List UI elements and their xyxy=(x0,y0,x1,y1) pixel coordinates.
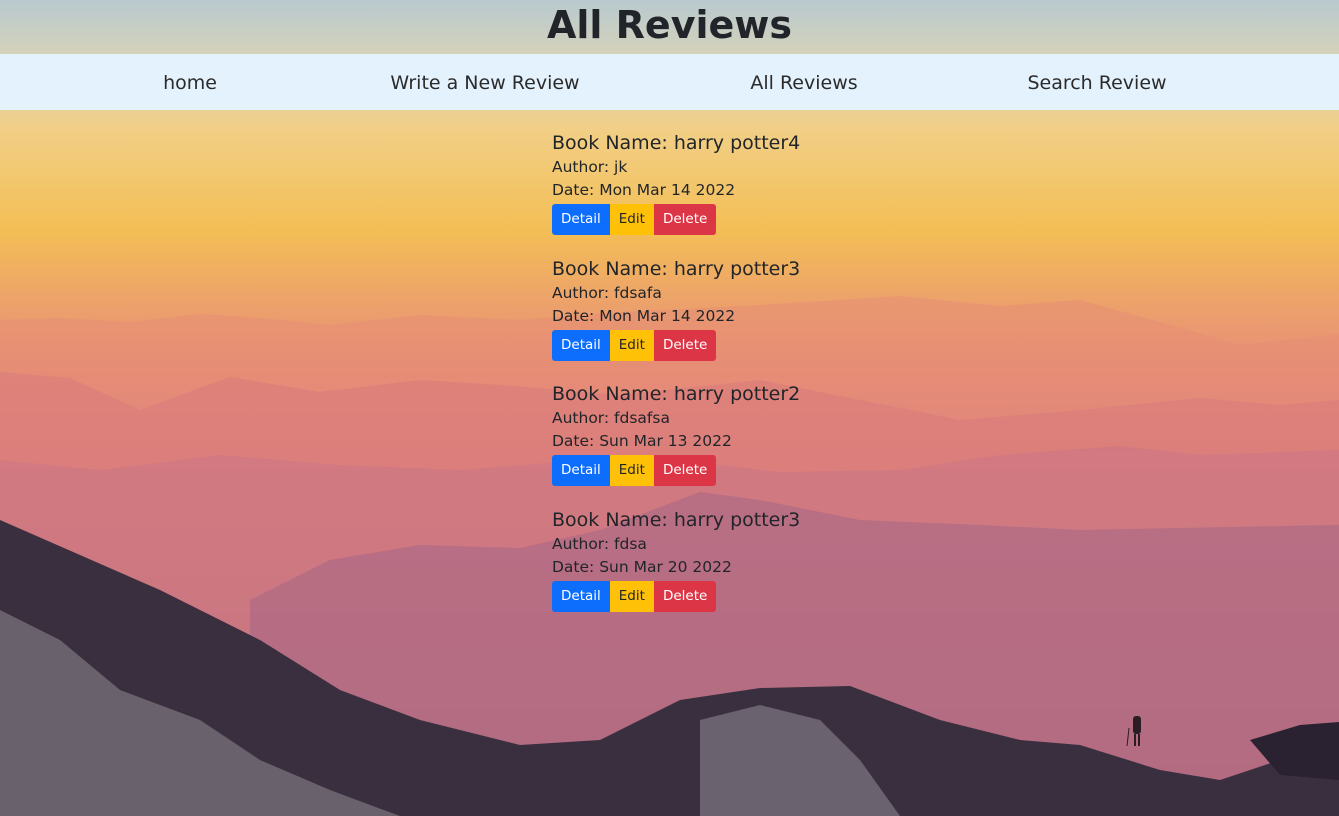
review-date: Date: Mon Mar 14 2022 xyxy=(552,306,736,325)
delete-button[interactable]: Delete xyxy=(653,329,717,361)
review-book-name: Book Name: harry potter3 xyxy=(552,508,801,531)
nav-link-write-review[interactable]: Write a New Review xyxy=(390,54,579,110)
review-author: Author: fdsafa xyxy=(552,283,662,302)
review-author: Author: fdsa xyxy=(552,534,647,553)
edit-button[interactable]: Edit xyxy=(609,455,654,486)
review-date: Date: Sun Mar 20 2022 xyxy=(552,557,732,576)
review-book-name: Book Name: harry potter2 xyxy=(552,383,801,405)
review-book-name: Book Name: harry potter3 xyxy=(552,257,801,280)
review-card: Book Name: harry potter3 Author: fdsa Da… xyxy=(552,487,972,613)
review-card: Book Name: harry potter2 Author: fdsafsa… xyxy=(552,361,972,487)
delete-button[interactable]: Delete xyxy=(653,455,717,486)
detail-button[interactable]: Detail xyxy=(552,455,610,486)
edit-button[interactable]: Edit xyxy=(609,329,654,361)
review-actions: Detail Edit Delete xyxy=(552,204,972,235)
review-actions: Detail Edit Delete xyxy=(552,580,972,612)
review-book-name: Book Name: harry potter4 xyxy=(552,132,801,154)
nav-link-all-reviews[interactable]: All Reviews xyxy=(750,54,857,110)
review-date: Date: Mon Mar 14 2022 xyxy=(552,181,736,199)
navbar: home Write a New Review All Reviews Sear… xyxy=(0,54,1339,110)
edit-button[interactable]: Edit xyxy=(609,580,654,612)
detail-button[interactable]: Detail xyxy=(552,329,610,361)
page-title: All Reviews xyxy=(546,3,792,47)
detail-button[interactable]: Detail xyxy=(552,580,610,612)
edit-button[interactable]: Edit xyxy=(609,204,654,235)
delete-button[interactable]: Delete xyxy=(653,204,717,235)
review-actions: Detail Edit Delete xyxy=(552,455,972,486)
review-card: Book Name: harry potter4 Author: jk Date… xyxy=(552,110,972,236)
detail-button[interactable]: Detail xyxy=(552,204,610,235)
review-date: Date: Sun Mar 13 2022 xyxy=(552,432,732,450)
delete-button[interactable]: Delete xyxy=(653,580,717,612)
review-card: Book Name: harry potter3 Author: fdsafa … xyxy=(552,236,972,362)
nav-link-search-review[interactable]: Search Review xyxy=(1027,54,1166,110)
reviews-list: Book Name: harry potter4 Author: jk Date… xyxy=(552,110,972,612)
nav-link-home[interactable]: home xyxy=(163,54,217,110)
review-actions: Detail Edit Delete xyxy=(552,329,972,361)
review-author: Author: fdsafsa xyxy=(552,409,670,427)
review-author: Author: jk xyxy=(552,158,628,176)
